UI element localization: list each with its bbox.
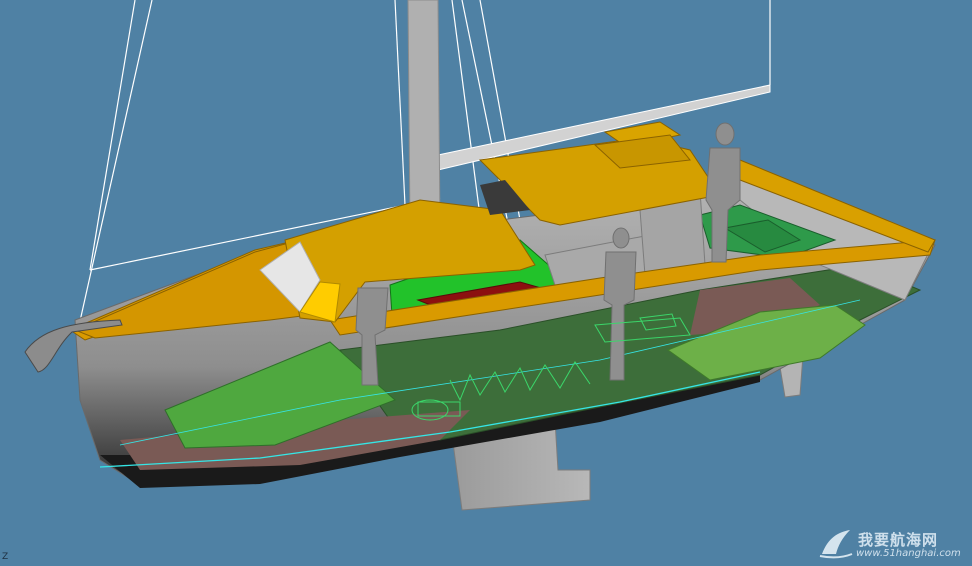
- sail-logo-icon: [819, 530, 853, 559]
- axis-label: Z: [2, 552, 9, 562]
- watermark-chinese-text: 我要航海网: [858, 531, 939, 549]
- mast: [407, 0, 441, 229]
- watermark-url: www.51hanghai.com: [856, 548, 961, 559]
- sailboat-model: [24, 0, 936, 511]
- watermark: 我要航海网 www.51hanghai.com: [818, 528, 968, 562]
- 3d-viewport[interactable]: Z 我要航海网 www.51hanghai.com: [0, 0, 972, 566]
